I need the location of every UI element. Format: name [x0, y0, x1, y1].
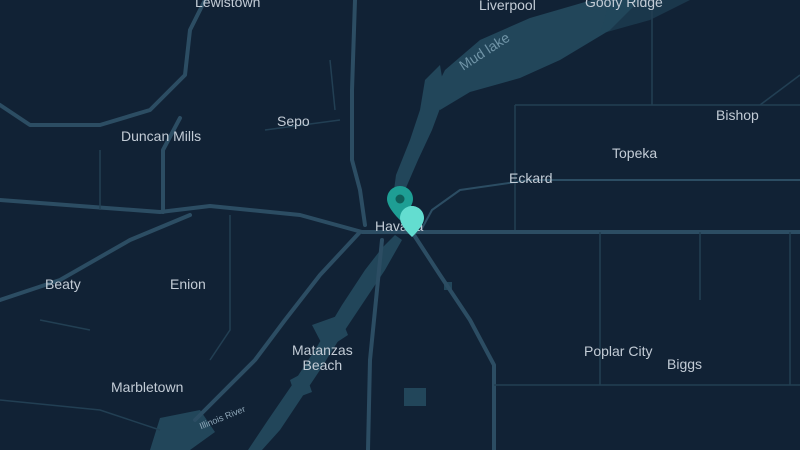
map-canvas[interactable]: Lewistown Liverpool Goofy Ridge Mud lake… [0, 0, 800, 450]
road-southwest [0, 213, 192, 302]
road-northwest [0, 0, 207, 127]
place-label-duncan-mills: Duncan Mills [121, 128, 202, 144]
road-east-north [419, 179, 800, 233]
pond-1 [404, 388, 426, 406]
place-label-lewistown: Lewistown [195, 0, 261, 10]
road-southeast [410, 230, 496, 450]
place-label-eckard: Eckard [509, 170, 553, 186]
place-label-bishop: Bishop [716, 107, 759, 123]
place-label-enion: Enion [170, 276, 206, 292]
place-label-liverpool: Liverpool [479, 0, 536, 13]
map-pin-icon [400, 206, 424, 237]
place-label-matanzas-beach: Matanzas Beach [292, 342, 353, 373]
place-label-topeka: Topeka [612, 145, 658, 161]
place-label-marbletown: Marbletown [111, 379, 184, 395]
road-north-havana [350, 0, 367, 227]
place-label-sepo: Sepo [277, 113, 310, 129]
place-label-poplar-city: Poplar City [584, 343, 653, 359]
place-label-beaty: Beaty [45, 276, 81, 292]
place-label-biggs: Biggs [667, 356, 703, 372]
place-label-goofy-ridge: Goofy Ridge [585, 0, 663, 10]
